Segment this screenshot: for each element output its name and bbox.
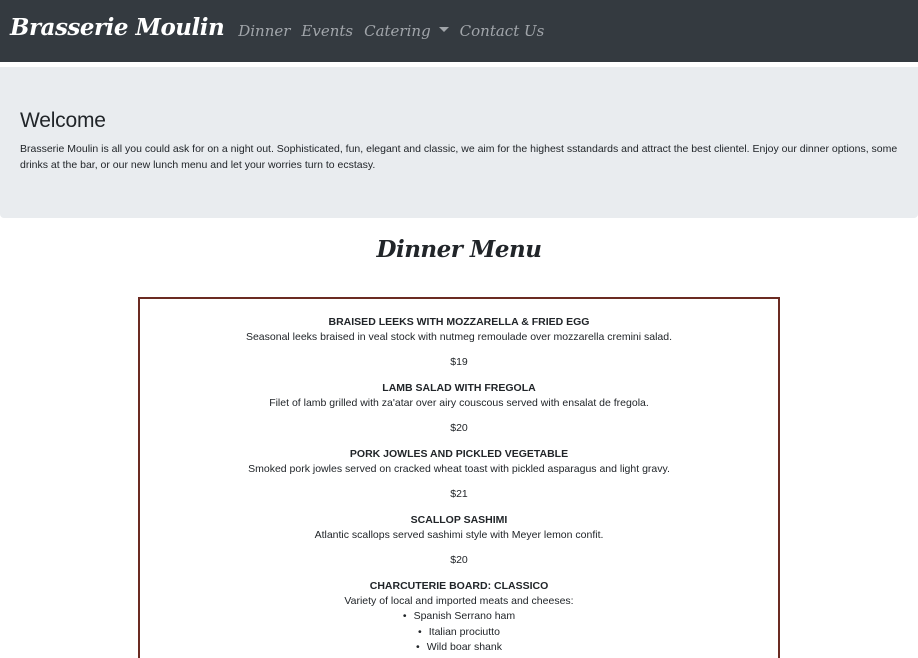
nav-link-catering-label: Catering	[364, 22, 431, 40]
menu-item-name: BRAISED LEEKS WITH MOZZARELLA & FRIED EG…	[328, 316, 590, 328]
menu-item-name: LAMB SALAD WITH FREGOLA	[382, 382, 536, 394]
menu-item: PORK JOWLES AND PICKLED VEGETABLE Smoked…	[140, 446, 778, 502]
menu-item-price: $21	[450, 488, 468, 500]
menu-item-name: SCALLOP SASHIMI	[410, 514, 508, 526]
navbar: Brasserie Moulin Dinner Events Catering …	[0, 0, 918, 62]
welcome-jumbotron: Welcome Brasserie Moulin is all you coul…	[0, 67, 918, 218]
menu-title: Dinner Menu	[376, 236, 542, 263]
menu-item: CHARCUTERIE BOARD: CLASSICO Variety of l…	[140, 578, 778, 656]
list-item: Wild boar shank	[140, 640, 778, 656]
caret-down-icon	[438, 26, 449, 32]
welcome-heading: Welcome	[20, 109, 106, 132]
menu-item: LAMB SALAD WITH FREGOLA Filet of lamb gr…	[140, 380, 778, 436]
menu-item: BRAISED LEEKS WITH MOZZARELLA & FRIED EG…	[140, 314, 778, 370]
menu-item-price: $19	[450, 356, 468, 368]
menu-item-price: $20	[450, 422, 468, 434]
menu-item-description: Seasonal leeks braised in veal stock wit…	[245, 331, 673, 343]
menu-item-description: Variety of local and imported meats and …	[344, 595, 574, 607]
nav-link-catering[interactable]: Catering	[364, 22, 449, 40]
list-item: Spanish Serrano ham	[140, 609, 778, 625]
nav-link-dinner[interactable]: Dinner	[238, 22, 290, 40]
charcuterie-list: Spanish Serrano ham Italian prociutto Wi…	[140, 609, 778, 656]
dinner-menu-box: BRAISED LEEKS WITH MOZZARELLA & FRIED EG…	[138, 297, 780, 658]
nav-link-contact[interactable]: Contact Us	[460, 22, 545, 40]
list-item: Italian prociutto	[140, 625, 778, 641]
menu-item: SCALLOP SASHIMI Atlantic scallops served…	[140, 512, 778, 568]
nav-link-events[interactable]: Events	[301, 22, 353, 40]
brand-logo[interactable]: Brasserie Moulin	[10, 14, 225, 41]
menu-item-price: $20	[450, 554, 468, 566]
menu-item-name: CHARCUTERIE BOARD: CLASSICO	[369, 580, 549, 592]
menu-item-name: PORK JOWLES AND PICKLED VEGETABLE	[349, 448, 569, 460]
menu-item-description: Filet of lamb grilled with za'atar over …	[269, 397, 649, 409]
welcome-text: Brasserie Moulin is all you could ask fo…	[20, 143, 898, 171]
menu-item-description: Smoked pork jowles served on cracked whe…	[248, 463, 670, 475]
menu-item-description: Atlantic scallops served sashimi style w…	[314, 529, 604, 541]
